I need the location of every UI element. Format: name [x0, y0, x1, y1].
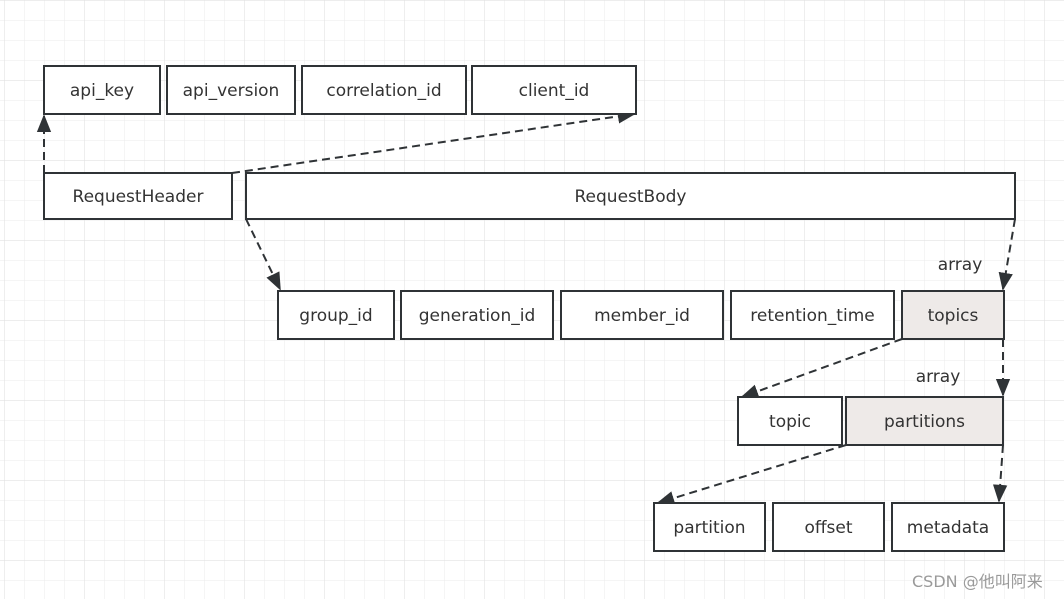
- box-correlation_id: correlation_id: [301, 65, 467, 115]
- edge-label: array: [916, 367, 961, 387]
- box-label: RequestHeader: [73, 187, 204, 207]
- box-api_version: api_version: [166, 65, 296, 115]
- box-label: correlation_id: [326, 81, 441, 101]
- box-offset: offset: [772, 502, 885, 552]
- box-generation_id: generation_id: [400, 290, 554, 340]
- box-label: topic: [769, 412, 811, 432]
- box-client_id: client_id: [471, 65, 637, 115]
- edge-label: array: [938, 255, 983, 275]
- watermark: CSDN @他叫阿来: [912, 572, 1043, 591]
- box-api_key: api_key: [43, 65, 161, 115]
- box-label: retention_time: [750, 306, 874, 326]
- diagram-canvas: array array api_key api_version correlation…: [0, 0, 1064, 599]
- box-member_id: member_id: [560, 290, 724, 340]
- box-metadata: metadata: [891, 502, 1005, 552]
- box-topics: topics: [901, 290, 1005, 340]
- box-partition: partition: [653, 502, 766, 552]
- box-label: generation_id: [419, 306, 535, 326]
- box-label: member_id: [594, 306, 690, 326]
- box-label: metadata: [907, 518, 989, 538]
- box-request_header: RequestHeader: [43, 172, 233, 220]
- box-label: topics: [928, 306, 979, 326]
- box-label: api_key: [70, 81, 134, 101]
- box-label: offset: [804, 518, 852, 538]
- box-request_body: RequestBody: [245, 172, 1016, 220]
- box-partitions: partitions: [845, 396, 1004, 446]
- box-topic: topic: [737, 396, 843, 446]
- box-label: partitions: [884, 412, 965, 432]
- box-label: api_version: [183, 81, 280, 101]
- box-label: RequestBody: [575, 187, 687, 207]
- box-retention_time: retention_time: [730, 290, 895, 340]
- box-label: client_id: [519, 81, 590, 101]
- box-group_id: group_id: [277, 290, 395, 340]
- box-label: group_id: [299, 306, 372, 326]
- box-label: partition: [673, 518, 745, 538]
